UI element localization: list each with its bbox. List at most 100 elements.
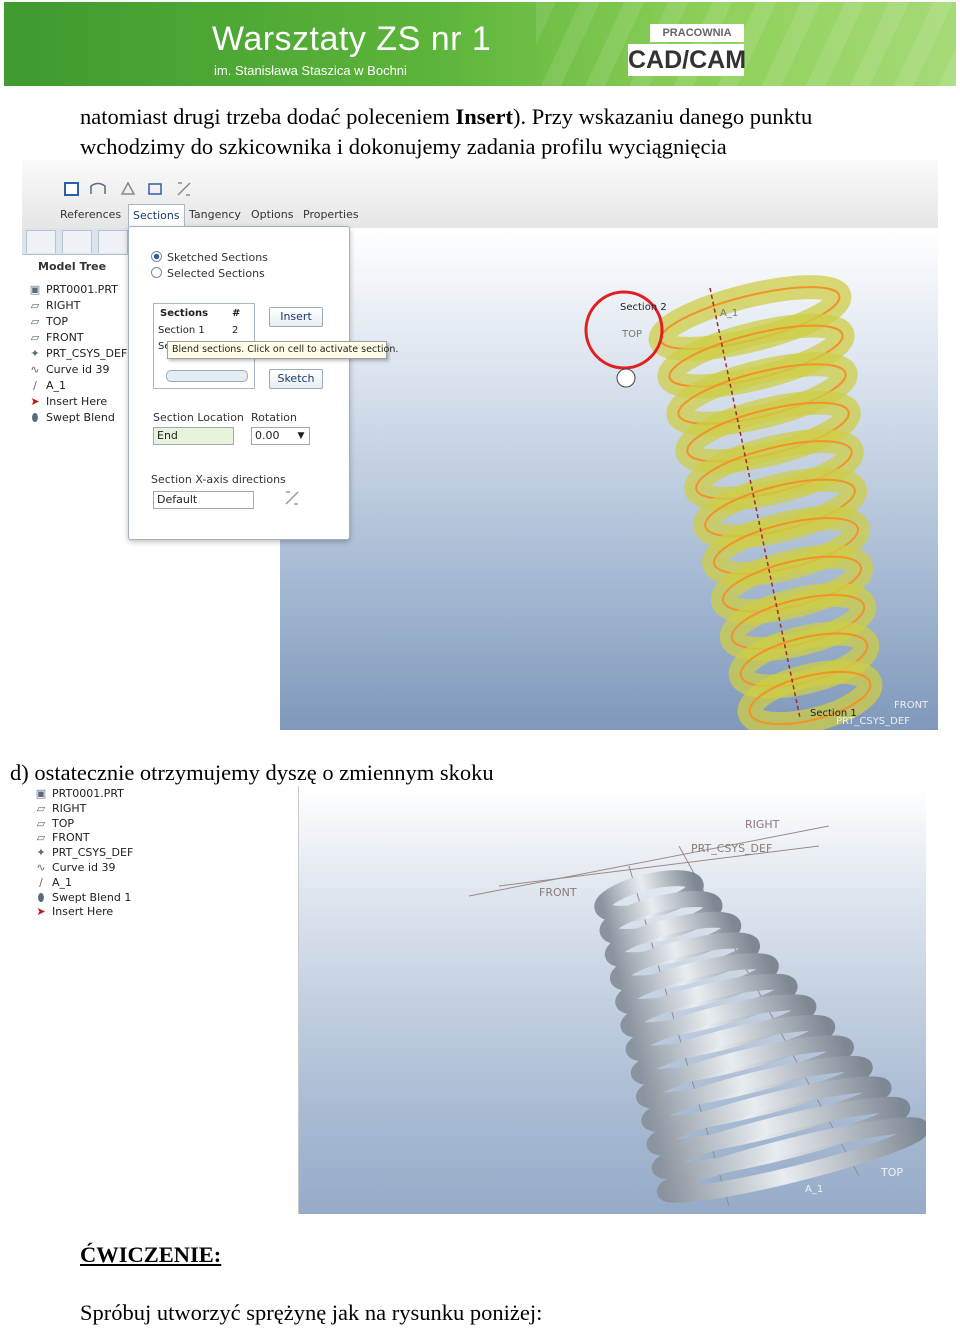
- tree-item[interactable]: ▣ PRT0001.PRT: [34, 786, 124, 801]
- tree-item[interactable]: ➤ Insert Here: [28, 394, 107, 409]
- tree-item[interactable]: ▱ FRONT: [34, 830, 90, 845]
- layers-tab-icon[interactable]: [62, 230, 92, 253]
- banner-decoration: [536, 2, 956, 86]
- section-location-field[interactable]: End: [153, 427, 234, 445]
- exercise-heading: ĆWICZENIE:: [80, 1242, 222, 1267]
- model-tree-tab-icon[interactable]: [26, 230, 56, 253]
- section-icon[interactable]: [62, 180, 82, 198]
- thicken-icon[interactable]: [146, 180, 166, 198]
- tab-tangency[interactable]: Tangency: [185, 204, 245, 226]
- label-section2: Section 2: [620, 302, 667, 313]
- datum-plane-icon: ▱: [30, 315, 40, 328]
- datum-plane-icon: ▱: [36, 801, 46, 815]
- label-a1: A_1: [720, 308, 738, 319]
- tree-item-label: PRT_CSYS_DEF: [52, 846, 134, 860]
- intro-line-2: wchodzimy do szkicownika i dokonujemy za…: [80, 134, 727, 159]
- tree-item[interactable]: ➤ Insert Here: [34, 904, 113, 919]
- swept-blend-icon: ⬮: [31, 411, 39, 424]
- tree-item[interactable]: ▱ RIGHT: [28, 298, 81, 313]
- table-header: Sections #: [154, 306, 254, 322]
- flip-icon[interactable]: [174, 180, 194, 198]
- radio-sketched-sections[interactable]: Sketched Sections: [151, 251, 268, 264]
- tab-sections[interactable]: Sections: [128, 204, 185, 227]
- folder-tab-icon[interactable]: [98, 230, 128, 253]
- tree-item-label: PRT0001.PRT: [46, 283, 118, 296]
- section-point-marker[interactable]: [616, 368, 636, 388]
- part-icon: ▣: [29, 283, 41, 296]
- tree-item[interactable]: ⬮ Swept Blend 1: [34, 890, 132, 905]
- tree-item[interactable]: ▱ RIGHT: [34, 801, 87, 816]
- tree-item-label: Insert Here: [46, 395, 108, 408]
- section-location-label: Section Location: [153, 411, 244, 424]
- tab-properties[interactable]: Properties: [299, 204, 363, 226]
- insert-arrow-icon: ➤: [36, 905, 46, 919]
- tree-item[interactable]: ⬮ Swept Blend: [28, 410, 115, 425]
- banner-title: Warsztaty ZS nr 1: [212, 20, 492, 58]
- csys-icon: ✦: [36, 846, 46, 860]
- tree-item[interactable]: ∿ Curve id 39: [34, 860, 115, 875]
- tree-item-label: Swept Blend: [46, 411, 115, 424]
- banner-subtitle: im. Stanisława Staszica w Bochni: [214, 63, 407, 78]
- tree-item-label: RIGHT: [52, 801, 87, 815]
- insert-arrow-icon: ➤: [30, 395, 40, 408]
- tree-item-label: Curve id 39: [52, 861, 116, 874]
- graphics-viewport-2[interactable]: RIGHT PRT_CSYS_DEF FRONT TOP A_1: [298, 786, 926, 1214]
- tree-item-label: TOP: [46, 315, 69, 328]
- tree-item[interactable]: ▱ TOP: [28, 314, 68, 329]
- badge-top-label: PRACOWNIA: [650, 24, 744, 42]
- tree-item[interactable]: ▱ FRONT: [28, 330, 84, 345]
- insert-button[interactable]: Insert: [269, 307, 323, 327]
- coil-group: [594, 870, 926, 1203]
- table-scrollbar[interactable]: [166, 370, 248, 382]
- flip-direction-icon[interactable]: [283, 489, 301, 507]
- tree-item[interactable]: ▣ PRT0001.PRT: [28, 282, 118, 297]
- surface-icon[interactable]: [88, 180, 108, 198]
- tree-item[interactable]: ∕ A_1: [28, 378, 66, 393]
- tree-item-label: RIGHT: [46, 299, 81, 312]
- remove-material-icon[interactable]: [118, 180, 138, 198]
- label-csys: PRT_CSYS_DEF: [836, 716, 910, 727]
- tab-options[interactable]: Options: [247, 204, 297, 226]
- tree-item[interactable]: ✦ PRT_CSYS_DEF: [34, 845, 133, 860]
- tree-item-label: TOP: [52, 816, 75, 830]
- tree-item-label: PRT0001.PRT: [52, 787, 124, 800]
- table-row[interactable]: Section 1 2: [154, 323, 254, 339]
- tree-item-label: PRT_CSYS_DEF: [46, 347, 128, 360]
- radio-empty-dot: [151, 267, 162, 278]
- rotation-dropdown-icon[interactable]: ▼: [295, 428, 307, 444]
- tree-item[interactable]: ▱ TOP: [34, 816, 74, 831]
- intro-line-1: natomiast drugi trzeba dodać poleceniem …: [80, 102, 812, 131]
- label-right: RIGHT: [745, 818, 780, 831]
- tree-item[interactable]: ✦ PRT_CSYS_DEF: [28, 346, 127, 361]
- datum-plane-icon: ▱: [30, 299, 40, 312]
- table-header-name: Sections: [160, 308, 209, 319]
- tree-item[interactable]: ∕ A_1: [34, 875, 72, 890]
- tree-item-label: FRONT: [52, 831, 90, 845]
- graphics-viewport[interactable]: Section 2 TOP A_1 Section 1 FRONT PRT_CS…: [280, 228, 938, 730]
- sketch-button[interactable]: Sketch: [269, 369, 323, 389]
- tree-item-label: Curve id 39: [46, 363, 110, 376]
- label-top: TOP: [621, 329, 642, 340]
- label-a1: A_1: [805, 1184, 823, 1195]
- curve-icon: ∿: [30, 363, 40, 376]
- tab-references[interactable]: References: [56, 204, 125, 226]
- model-tree-panel-2: ▣ PRT0001.PRT ▱ RIGHT ▱ TOP ▱ FRONT ✦ PRT_CSYS_DE…: [22, 786, 298, 1214]
- radio-selected-label: Selected Sections: [167, 267, 265, 280]
- intro-bold-insert: Insert: [455, 104, 513, 129]
- label-front: FRONT: [894, 700, 929, 711]
- radio-selected-sections[interactable]: Selected Sections: [151, 267, 265, 280]
- dashboard-toolbar: References Sections Tangency Options Pro…: [22, 160, 938, 229]
- csys-icon: ✦: [30, 347, 40, 360]
- xaxis-field[interactable]: Default: [153, 491, 254, 509]
- intro-text-b: ). Przy wskazaniu danego punktu: [512, 104, 813, 129]
- swept-blend-icon: ⬮: [37, 890, 45, 904]
- row-name: Section 1: [158, 325, 205, 336]
- table-header-num: #: [232, 308, 241, 319]
- tree-item-label: Swept Blend 1: [52, 890, 132, 904]
- tree-item-label: A_1: [52, 875, 73, 889]
- tree-item-label: FRONT: [46, 331, 84, 344]
- tree-item-label: A_1: [46, 379, 67, 392]
- datum-plane-icon: ▱: [30, 331, 40, 344]
- row-num: 2: [232, 325, 239, 336]
- tree-item[interactable]: ∿ Curve id 39: [28, 362, 109, 377]
